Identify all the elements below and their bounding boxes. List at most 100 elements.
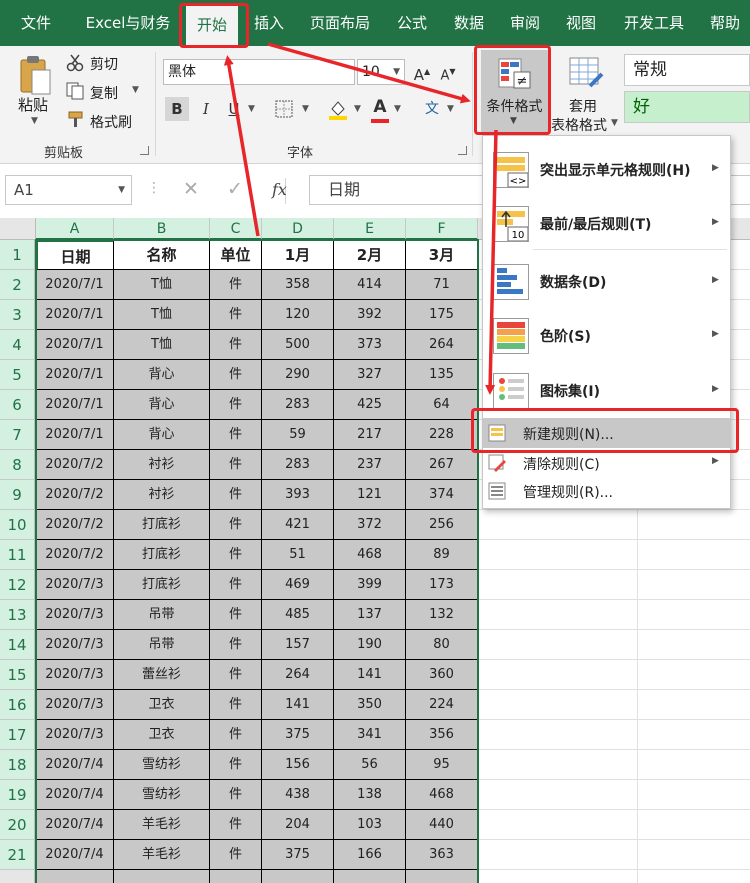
table-cell[interactable]: 件	[210, 510, 262, 540]
table-cell[interactable]: 173	[406, 570, 478, 600]
table-cell[interactable]: 372	[334, 510, 406, 540]
table-cell[interactable]: 138	[334, 780, 406, 810]
table-cell[interactable]: 打底衫	[114, 570, 210, 600]
table-cell[interactable]: 2020/7/1	[36, 360, 114, 390]
borders-icon[interactable]	[274, 99, 296, 119]
table-cell[interactable]: 137	[334, 600, 406, 630]
row-header-19[interactable]: 19	[0, 780, 35, 810]
tab-review[interactable]: 审阅	[500, 0, 550, 46]
table-cell[interactable]: 吊带	[114, 600, 210, 630]
table-cell[interactable]: 2020/7/4	[36, 750, 114, 780]
row-header-2[interactable]: 2	[0, 270, 35, 300]
table-cell[interactable]: 件	[210, 360, 262, 390]
row-header-12[interactable]: 12	[0, 570, 35, 600]
row-header-17[interactable]: 17	[0, 720, 35, 750]
table-cell[interactable]: 440	[406, 810, 478, 840]
name-box[interactable]: A1 ▼	[5, 175, 132, 205]
table-cell[interactable]: 166	[334, 840, 406, 870]
table-cell[interactable]: 156	[262, 750, 334, 780]
tab-data[interactable]: 数据	[444, 0, 494, 46]
table-cell[interactable]: 2020/7/1	[36, 390, 114, 420]
menu-item-clear-rules[interactable]: 清除规则(C) ▶	[483, 450, 730, 476]
table-cell[interactable]: 羊毛衫	[114, 810, 210, 840]
table-cell[interactable]: 背心	[114, 360, 210, 390]
row-header-13[interactable]: 13	[0, 600, 35, 630]
table-cell[interactable]: 件	[210, 390, 262, 420]
table-cell[interactable]: 件	[210, 630, 262, 660]
table-cell[interactable]: 392	[334, 300, 406, 330]
table-cell[interactable]: 80	[406, 630, 478, 660]
underline-button[interactable]: U	[222, 97, 246, 121]
menu-item-icon-sets[interactable]: 图标集(I) ▶	[483, 369, 730, 413]
tab-help[interactable]: 帮助	[700, 0, 750, 46]
format-as-table-label-2[interactable]: 表格格式	[551, 115, 607, 135]
grow-font-button[interactable]: A▲	[410, 60, 434, 84]
table-cell[interactable]: 141	[262, 690, 334, 720]
row-header-9[interactable]: 9	[0, 480, 35, 510]
table-cell[interactable]: 71	[406, 270, 478, 300]
fill-color-icon[interactable]	[326, 97, 350, 121]
row-header-7[interactable]: 7	[0, 420, 35, 450]
table-cell[interactable]: 373	[334, 330, 406, 360]
table-cell[interactable]: 217	[334, 420, 406, 450]
menu-item-data-bars[interactable]: 数据条(D) ▶	[483, 260, 730, 304]
table-cell[interactable]: 224	[406, 690, 478, 720]
row-header-5[interactable]: 5	[0, 360, 35, 390]
table-cell[interactable]: 2020/7/3	[36, 570, 114, 600]
tab-file[interactable]: 文件	[8, 0, 64, 46]
font-name-combo[interactable]: 黑体	[163, 59, 355, 85]
table-cell[interactable]: 件	[210, 450, 262, 480]
tab-page-layout[interactable]: 页面布局	[300, 0, 380, 46]
table-cell[interactable]: 190	[334, 630, 406, 660]
table-cell[interactable]: 2020/7/4	[36, 840, 114, 870]
table-cell[interactable]: 414	[334, 270, 406, 300]
table-cell[interactable]: 393	[262, 480, 334, 510]
table-cell[interactable]: 2020/7/1	[36, 420, 114, 450]
menu-item-highlight-rules[interactable]: <> 突出显示单元格规则(H) ▶	[483, 148, 730, 192]
paste-label[interactable]: 粘贴	[18, 94, 48, 115]
table-cell[interactable]	[210, 870, 262, 883]
table-cell[interactable]: 360	[406, 660, 478, 690]
table-cell[interactable]: 打底衫	[114, 510, 210, 540]
table-cell[interactable]: 141	[334, 660, 406, 690]
table-cell[interactable]	[334, 870, 406, 883]
row-header[interactable]	[0, 870, 35, 883]
format-as-table-caret-icon[interactable]: ▼	[611, 118, 618, 128]
format-as-table-icon[interactable]	[568, 56, 604, 90]
column-header-c[interactable]: C	[210, 218, 262, 240]
table-cell[interactable]: 175	[406, 300, 478, 330]
table-cell[interactable]: 374	[406, 480, 478, 510]
table-cell[interactable]	[406, 870, 478, 883]
row-header-21[interactable]: 21	[0, 840, 35, 870]
row-header-15[interactable]: 15	[0, 660, 35, 690]
tab-excel-finance[interactable]: Excel与财务	[76, 0, 180, 46]
table-cell[interactable]: 雪纺衫	[114, 750, 210, 780]
table-cell[interactable]: 背心	[114, 390, 210, 420]
table-cell[interactable]: 363	[406, 840, 478, 870]
row-header-18[interactable]: 18	[0, 750, 35, 780]
table-header-cell[interactable]: 1月	[262, 240, 334, 270]
table-cell[interactable]: 485	[262, 600, 334, 630]
table-cell[interactable]: 468	[406, 780, 478, 810]
table-cell[interactable]: 2020/7/3	[36, 630, 114, 660]
table-cell[interactable]: 283	[262, 390, 334, 420]
row-header-11[interactable]: 11	[0, 540, 35, 570]
table-cell[interactable]: 438	[262, 780, 334, 810]
table-cell[interactable]: 2020/7/4	[36, 780, 114, 810]
table-cell[interactable]: 89	[406, 540, 478, 570]
table-cell[interactable]: 237	[334, 450, 406, 480]
row-header-3[interactable]: 3	[0, 300, 35, 330]
table-cell[interactable]	[36, 870, 114, 883]
table-cell[interactable]: T恤	[114, 330, 210, 360]
table-cell[interactable]: 120	[262, 300, 334, 330]
tab-formulas[interactable]: 公式	[387, 0, 437, 46]
row-header-1[interactable]: 1	[0, 240, 35, 270]
copy-button[interactable]: 复制	[90, 83, 118, 103]
phonetic-button[interactable]: 文	[420, 97, 444, 121]
table-cell[interactable]: 衬衫	[114, 480, 210, 510]
cancel-icon[interactable]: ✕	[183, 178, 199, 200]
table-cell[interactable]: 468	[334, 540, 406, 570]
table-cell[interactable]: 件	[210, 690, 262, 720]
table-cell[interactable]: 件	[210, 420, 262, 450]
table-cell[interactable]: 2020/7/4	[36, 810, 114, 840]
